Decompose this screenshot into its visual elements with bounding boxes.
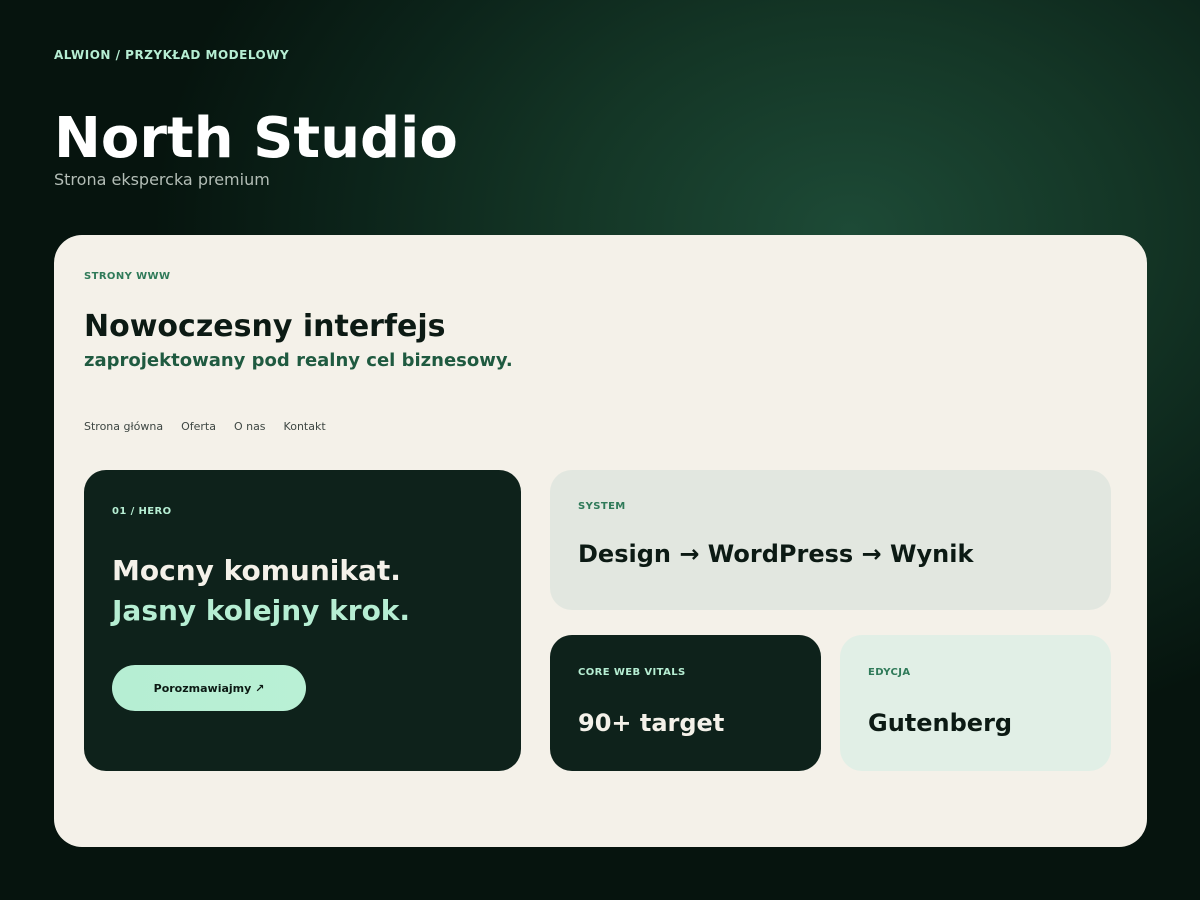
system-label: SYSTEM <box>578 501 626 512</box>
system-tile: SYSTEM Design → WordPress → Wynik <box>550 470 1111 610</box>
contact-cta-button[interactable]: Porozmawiajmy ↗ <box>112 665 306 711</box>
breadcrumb: ALWION / PRZYKŁAD MODELOWY <box>54 48 290 62</box>
nav-item-contact[interactable]: Kontakt <box>284 420 326 433</box>
preview-nav: Strona główna Oferta O nas Kontakt <box>84 420 326 433</box>
preview-subheadline: zaprojektowany pod realny cel biznesowy. <box>84 350 513 371</box>
website-preview-card: STRONY WWW Nowoczesny interfejs zaprojek… <box>54 235 1147 847</box>
nav-item-home[interactable]: Strona główna <box>84 420 163 433</box>
edition-tile: EDYCJA Gutenberg <box>840 635 1111 771</box>
core-web-vitals-tile: CORE WEB VITALS 90+ target <box>550 635 821 771</box>
page-subtitle: Strona ekspercka premium <box>54 170 270 189</box>
hero-label: 01 / HERO <box>112 506 172 517</box>
system-flow: Design → WordPress → Wynik <box>578 540 974 568</box>
nav-item-about[interactable]: O nas <box>234 420 266 433</box>
nav-item-offer[interactable]: Oferta <box>181 420 216 433</box>
preview-headline: Nowoczesny interfejs <box>84 309 446 344</box>
edition-label: EDYCJA <box>868 667 911 678</box>
page-title: North Studio <box>54 106 458 171</box>
hero-next-step: Jasny kolejny krok. <box>112 594 411 627</box>
core-web-vitals-value: 90+ target <box>578 709 725 737</box>
edition-value: Gutenberg <box>868 709 1013 737</box>
hero-message: Mocny komunikat. <box>112 554 401 587</box>
core-web-vitals-label: CORE WEB VITALS <box>578 667 686 678</box>
hero-tile: 01 / HERO Mocny komunikat. Jasny kolejny… <box>84 470 521 771</box>
section-eyebrow: STRONY WWW <box>84 271 171 282</box>
